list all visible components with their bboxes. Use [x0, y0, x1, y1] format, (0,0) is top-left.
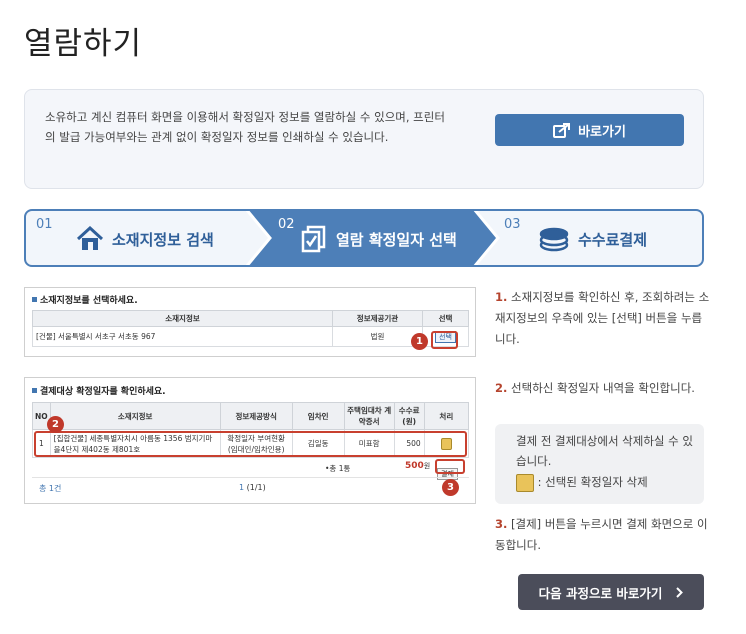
bullet-icon — [32, 297, 37, 302]
table-row: [건물] 서울특별시 서초구 서초동 967 법원 선택 — [32, 326, 469, 347]
shot2-header-contract: 주택임대차 계약증서 — [343, 402, 395, 430]
shot2-paging: 1 (1/1) — [239, 483, 266, 492]
house-icon — [76, 226, 104, 250]
shot2-total-fee: 500원 — [405, 461, 430, 471]
note-text: 결제 전 결제대상에서 삭제하실 수 있습니다. — [516, 434, 693, 468]
bullet-icon — [32, 388, 37, 393]
step-badge-2: 2 — [47, 416, 64, 433]
shot1-header-address: 소재지정보 — [32, 310, 333, 327]
next-step-label: 다음 과정으로 바로가기 — [538, 585, 663, 601]
step-badge-3: 3 — [442, 479, 459, 496]
example-screenshot-2: 결제대상 확정일자를 확인하세요. NO 소재지정보 정보제공방식 임차인 주택… — [24, 377, 476, 504]
shot1-title: 소재지정보를 선택하세요. — [32, 293, 138, 306]
instruction-2: 2. 선택하신 확정일자 내역을 확인합니다. — [495, 378, 710, 399]
shot2-total-count: •총 1통 — [325, 464, 351, 473]
shot2-total-fee-value: 500 — [405, 461, 424, 471]
next-step-button[interactable]: 다음 과정으로 바로가기 — [518, 574, 704, 610]
page-title: 열람하기 — [24, 26, 143, 62]
shot2-header-fee: 수수료 (원) — [393, 402, 425, 430]
note-icon-text: : 선택된 확정일자 삭제 — [537, 475, 648, 489]
info-box: 소유하고 계신 컴퓨터 화면을 이용해서 확정일자 정보를 열람하실 수 있으며… — [24, 89, 704, 189]
step-3-label: 수수료결제 — [578, 231, 648, 249]
step-1-number: 01 — [36, 217, 53, 232]
info-text: 소유하고 계신 컴퓨터 화면을 이용해서 확정일자 정보를 열람하실 수 있으며… — [45, 110, 445, 144]
divider — [32, 477, 469, 478]
trash-icon — [516, 473, 534, 492]
step-3: 03 수수료결제 — [502, 211, 702, 265]
shot1-header-agency: 정보제공기관 — [332, 310, 423, 327]
shot2-paging-count: 총 1건 — [39, 484, 62, 493]
step-2: 02 열람 확정일자 선택 — [270, 211, 500, 265]
note-icon-line: : 선택된 확정일자 삭제 — [516, 472, 648, 492]
step-1-label: 소재지정보 검색 — [112, 231, 214, 249]
highlight-row — [34, 431, 467, 457]
instruction-1-text: 소재지정보를 확인하신 후, 조회하려는 소재지정보의 우측에 있는 [선택] … — [495, 290, 710, 346]
coins-icon — [539, 227, 569, 252]
step-2-label: 열람 확정일자 선택 — [336, 231, 457, 249]
instruction-3-text: [결제] 버튼을 누르시면 결제 화면으로 이동합니다. — [495, 517, 708, 552]
shot2-header-action: 처리 — [423, 402, 470, 430]
process-steps: 01 소재지정보 검색 02 열람 확정일자 선택 03 수수료결제 — [24, 209, 704, 267]
shot2-title: 결제대상 확정일자를 확인하세요. — [32, 384, 166, 397]
instruction-1-number: 1. — [495, 290, 508, 304]
instruction-2-text: 선택하신 확정일자 내역을 확인합니다. — [511, 381, 695, 395]
shot2-total-fee-unit: 원 — [423, 462, 431, 470]
instruction-1: 1. 소재지정보를 확인하신 후, 조회하려는 소재지정보의 우측에 있는 [선… — [495, 287, 710, 350]
shot1-title-text: 소재지정보를 선택하세요. — [40, 296, 138, 306]
shot2-paging-page[interactable]: 1 — [239, 483, 244, 492]
step-badge-1: 1 — [411, 333, 428, 350]
highlight-pay — [435, 459, 465, 474]
instruction-3: 3. [결제] 버튼을 누르시면 결제 화면으로 이동합니다. — [495, 514, 710, 556]
documents-icon — [301, 225, 326, 253]
shot2-paging-of: (1/1) — [246, 483, 266, 492]
chevron-right-icon — [676, 586, 684, 598]
shot2-title-text: 결제대상 확정일자를 확인하세요. — [40, 387, 166, 397]
example-screenshot-1: 소재지정보를 선택하세요. 소재지정보 정보제공기관 선택 [건물] 서울특별시… — [24, 287, 476, 357]
note-box: 결제 전 결제대상에서 삭제하실 수 있습니다. : 선택된 확정일자 삭제 — [495, 424, 704, 504]
step-1: 01 소재지정보 검색 — [26, 211, 246, 265]
shot2-header-method: 정보제공방식 — [219, 402, 293, 430]
highlight-select — [431, 331, 458, 349]
instruction-3-number: 3. — [495, 517, 508, 531]
shot1-table: 소재지정보 정보제공기관 선택 [건물] 서울특별시 서초구 서초동 967 법… — [32, 310, 469, 347]
shortcut-button-label: 바로가기 — [578, 124, 626, 140]
shot1-address: [건물] 서울특별시 서초구 서초동 967 — [32, 326, 333, 347]
shot1-agency: 법원 — [332, 326, 423, 347]
instruction-2-number: 2. — [495, 381, 508, 395]
external-link-icon — [553, 122, 571, 138]
shot2-header-address: 소재지정보 — [49, 402, 221, 430]
shot2-header-tenant: 임차인 — [291, 402, 345, 430]
shortcut-button[interactable]: 바로가기 — [495, 114, 684, 146]
step-3-number: 03 — [504, 217, 521, 232]
shot1-header-select: 선택 — [422, 310, 469, 327]
step-2-number: 02 — [278, 217, 295, 232]
